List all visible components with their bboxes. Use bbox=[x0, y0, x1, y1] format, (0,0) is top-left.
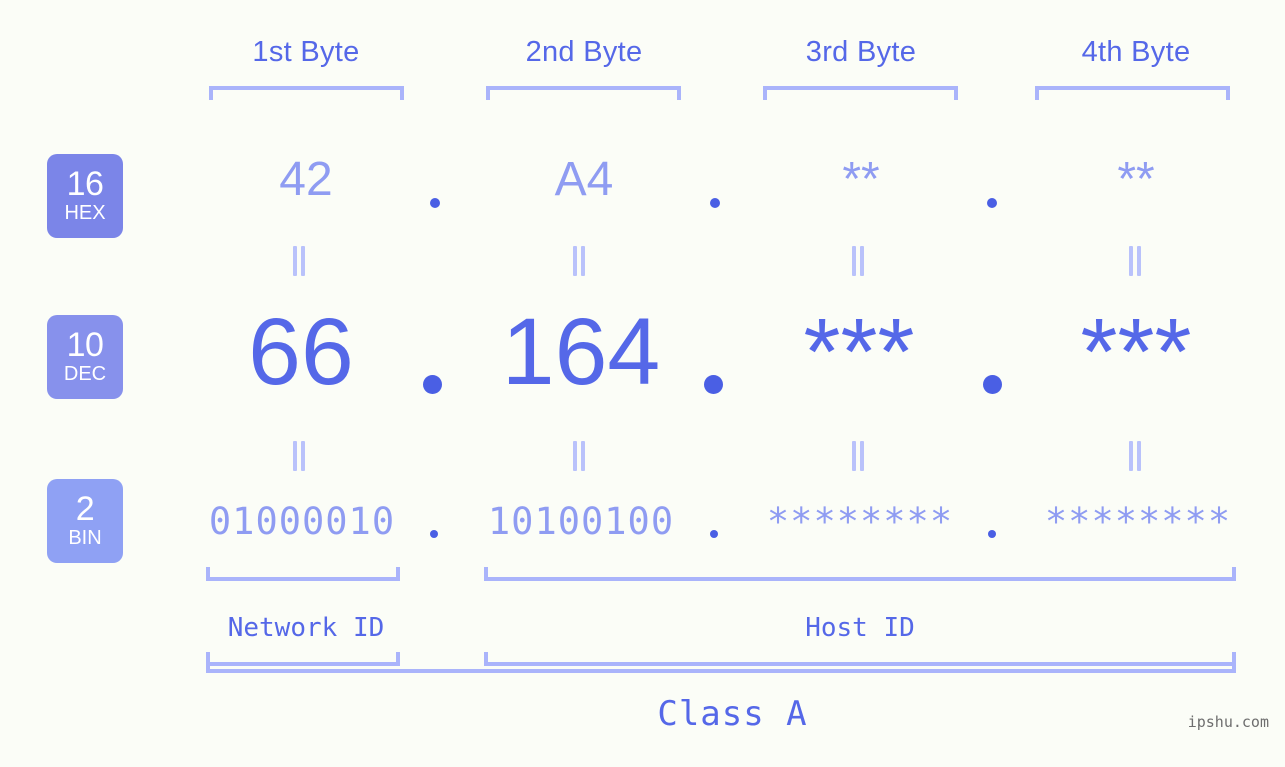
base-badge-dec: 10 DEC bbox=[47, 315, 123, 399]
dec-separator-dot-2 bbox=[704, 375, 723, 394]
base-badge-hex-number: 16 bbox=[67, 168, 104, 201]
base-badge-dec-label: DEC bbox=[64, 362, 106, 386]
bin-byte-3: ******** bbox=[744, 500, 976, 544]
hex-byte-1: 42 bbox=[190, 152, 422, 208]
equals-connector-hex-dec-2 bbox=[573, 246, 587, 276]
byte-bracket-top-4 bbox=[1035, 86, 1230, 100]
byte-bracket-top-3 bbox=[763, 86, 958, 100]
dec-byte-3: *** bbox=[743, 300, 975, 405]
base-badge-hex: 16 HEX bbox=[47, 154, 123, 238]
equals-connector-hex-dec-4 bbox=[1129, 246, 1143, 276]
hex-byte-4: ** bbox=[1020, 152, 1252, 208]
base-badge-hex-label: HEX bbox=[64, 201, 105, 225]
byte-bracket-top-2 bbox=[486, 86, 681, 100]
byte-column-label-3: 3rd Byte bbox=[745, 31, 977, 73]
hex-separator-dot-1 bbox=[430, 198, 440, 208]
bin-separator-dot-1 bbox=[430, 530, 438, 538]
hex-separator-dot-3 bbox=[987, 198, 997, 208]
base-badge-dec-number: 10 bbox=[67, 329, 104, 362]
host-id-bracket-top bbox=[484, 567, 1236, 581]
equals-connector-hex-dec-1 bbox=[293, 246, 307, 276]
equals-connector-dec-bin-1 bbox=[293, 441, 307, 471]
byte-column-label-1: 1st Byte bbox=[190, 31, 422, 73]
byte-bracket-top-1 bbox=[209, 86, 404, 100]
byte-column-label-4: 4th Byte bbox=[1020, 31, 1252, 73]
site-watermark: ipshu.com bbox=[1188, 713, 1269, 731]
network-id-bracket-top bbox=[206, 567, 400, 581]
bin-byte-2: 10100100 bbox=[465, 500, 697, 544]
class-label: Class A bbox=[500, 694, 965, 734]
host-id-label: Host ID bbox=[744, 612, 976, 644]
base-badge-bin-number: 2 bbox=[76, 493, 94, 526]
base-badge-bin: 2 BIN bbox=[47, 479, 123, 563]
hex-byte-2: A4 bbox=[468, 152, 700, 208]
equals-connector-dec-bin-2 bbox=[573, 441, 587, 471]
equals-connector-dec-bin-4 bbox=[1129, 441, 1143, 471]
class-bracket bbox=[206, 659, 1236, 673]
hex-byte-3: ** bbox=[745, 152, 977, 208]
ip-byte-breakdown-diagram: 1st Byte 2nd Byte 3rd Byte 4th Byte 16 H… bbox=[0, 0, 1285, 767]
dec-byte-2: 164 bbox=[465, 300, 697, 405]
dec-separator-dot-1 bbox=[423, 375, 442, 394]
bin-byte-1: 01000010 bbox=[186, 500, 418, 544]
bin-separator-dot-2 bbox=[710, 530, 718, 538]
dec-separator-dot-3 bbox=[983, 375, 1002, 394]
dec-byte-1: 66 bbox=[185, 300, 417, 405]
dec-byte-4: *** bbox=[1020, 300, 1252, 405]
equals-connector-hex-dec-3 bbox=[852, 246, 866, 276]
network-id-label: Network ID bbox=[190, 612, 422, 644]
equals-connector-dec-bin-3 bbox=[852, 441, 866, 471]
byte-column-label-2: 2nd Byte bbox=[468, 31, 700, 73]
hex-separator-dot-2 bbox=[710, 198, 720, 208]
bin-separator-dot-3 bbox=[988, 530, 996, 538]
bin-byte-4: ******** bbox=[1022, 500, 1254, 544]
base-badge-bin-label: BIN bbox=[68, 526, 101, 550]
